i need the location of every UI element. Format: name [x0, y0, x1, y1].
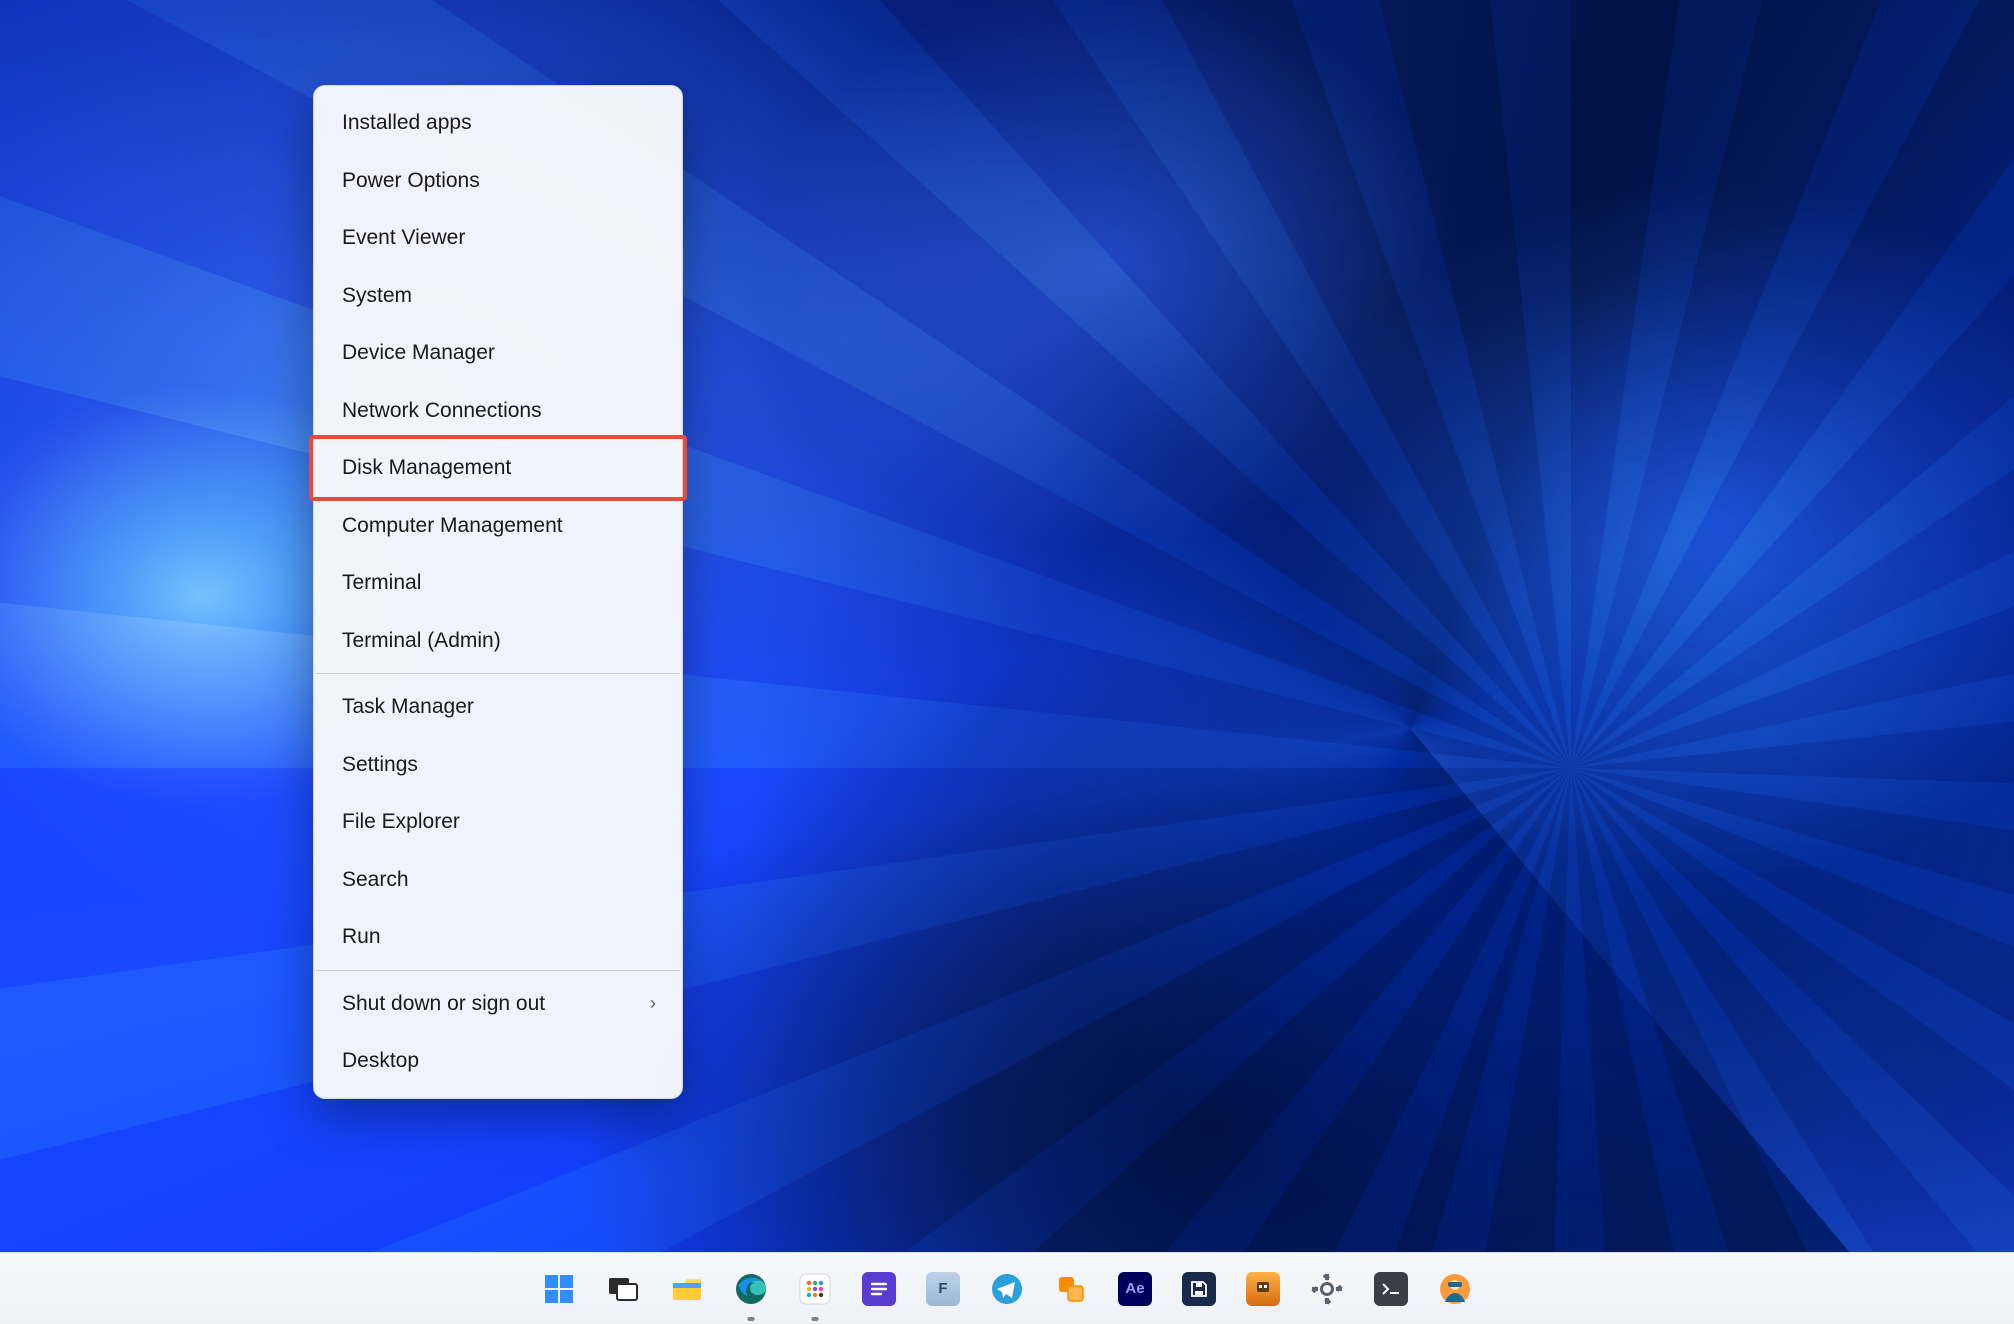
- edge-icon: [734, 1272, 768, 1306]
- menu-item-label: Terminal: [342, 567, 421, 599]
- menu-item-label: Search: [342, 864, 409, 896]
- menu-item-computer-management[interactable]: Computer Management: [314, 497, 682, 555]
- settings-button[interactable]: [1302, 1264, 1352, 1314]
- menu-item-power-options[interactable]: Power Options: [314, 152, 682, 210]
- menu-item-label: Power Options: [342, 165, 480, 197]
- app-orange-button[interactable]: [1046, 1264, 1096, 1314]
- menu-item-label: Disk Management: [342, 452, 511, 484]
- user-avatar-icon: [1438, 1272, 1472, 1306]
- menu-item-label: Event Viewer: [342, 222, 465, 254]
- menu-item-label: Terminal (Admin): [342, 625, 501, 657]
- app-grid-button[interactable]: [790, 1264, 840, 1314]
- menu-item-label: Settings: [342, 749, 418, 781]
- menu-item-label: Task Manager: [342, 691, 474, 723]
- gear-icon: [1310, 1272, 1344, 1306]
- windows-start-icon: [542, 1272, 576, 1306]
- menu-item-search[interactable]: Search: [314, 851, 682, 909]
- taskbar: F Ae: [0, 1252, 2014, 1324]
- orange-squares-icon: [1054, 1272, 1088, 1306]
- menu-item-event-viewer[interactable]: Event Viewer: [314, 209, 682, 267]
- menu-item-settings[interactable]: Settings: [314, 736, 682, 794]
- letter-f-icon: F: [926, 1272, 960, 1306]
- lines-icon: [862, 1272, 896, 1306]
- menu-item-label: Device Manager: [342, 337, 495, 369]
- after-effects-icon: Ae: [1118, 1272, 1152, 1306]
- desktop-wallpaper: [0, 0, 2014, 1324]
- terminal-icon: [1374, 1272, 1408, 1306]
- chevron-right-icon: ›: [650, 990, 656, 1017]
- menu-separator: [316, 673, 680, 674]
- menu-item-label: Installed apps: [342, 107, 472, 139]
- menu-item-terminal-admin[interactable]: Terminal (Admin): [314, 612, 682, 670]
- menu-item-desktop[interactable]: Desktop: [314, 1032, 682, 1090]
- menu-item-label: Desktop: [342, 1045, 419, 1077]
- menu-item-label: Run: [342, 921, 381, 953]
- dots-grid-icon: [798, 1272, 832, 1306]
- menu-item-label: File Explorer: [342, 806, 460, 838]
- terminal-button[interactable]: [1366, 1264, 1416, 1314]
- winx-context-menu: Installed apps Power Options Event Viewer S…: [313, 85, 683, 1099]
- task-view-icon: [606, 1272, 640, 1306]
- app-f-button[interactable]: F: [918, 1264, 968, 1314]
- menu-item-device-manager[interactable]: Device Manager: [314, 324, 682, 382]
- app-purple-button[interactable]: [854, 1264, 904, 1314]
- menu-item-shut-down-or-sign-out[interactable]: Shut down or sign out ›: [314, 975, 682, 1033]
- start-button[interactable]: [534, 1264, 584, 1314]
- menu-item-installed-apps[interactable]: Installed apps: [314, 94, 682, 152]
- avatar-app-icon: [1246, 1272, 1280, 1306]
- menu-item-task-manager[interactable]: Task Manager: [314, 678, 682, 736]
- menu-item-label: Network Connections: [342, 395, 542, 427]
- menu-item-network-connections[interactable]: Network Connections: [314, 382, 682, 440]
- menu-item-label: Shut down or sign out: [342, 988, 545, 1020]
- save-disk-icon: [1182, 1272, 1216, 1306]
- task-view-button[interactable]: [598, 1264, 648, 1314]
- edge-button[interactable]: [726, 1264, 776, 1314]
- folder-icon: [670, 1272, 704, 1306]
- menu-item-disk-management[interactable]: Disk Management: [314, 439, 682, 497]
- telegram-icon: [990, 1272, 1024, 1306]
- menu-item-run[interactable]: Run: [314, 908, 682, 966]
- file-explorer-button[interactable]: [662, 1264, 712, 1314]
- app-save-button[interactable]: [1174, 1264, 1224, 1314]
- menu-item-label: Computer Management: [342, 510, 563, 542]
- menu-item-terminal[interactable]: Terminal: [314, 554, 682, 612]
- avatar-app-button[interactable]: [1238, 1264, 1288, 1314]
- menu-item-system[interactable]: System: [314, 267, 682, 325]
- menu-item-file-explorer[interactable]: File Explorer: [314, 793, 682, 851]
- menu-item-label: System: [342, 280, 412, 312]
- telegram-button[interactable]: [982, 1264, 1032, 1314]
- after-effects-button[interactable]: Ae: [1110, 1264, 1160, 1314]
- user-avatar-button[interactable]: [1430, 1264, 1480, 1314]
- menu-separator: [316, 970, 680, 971]
